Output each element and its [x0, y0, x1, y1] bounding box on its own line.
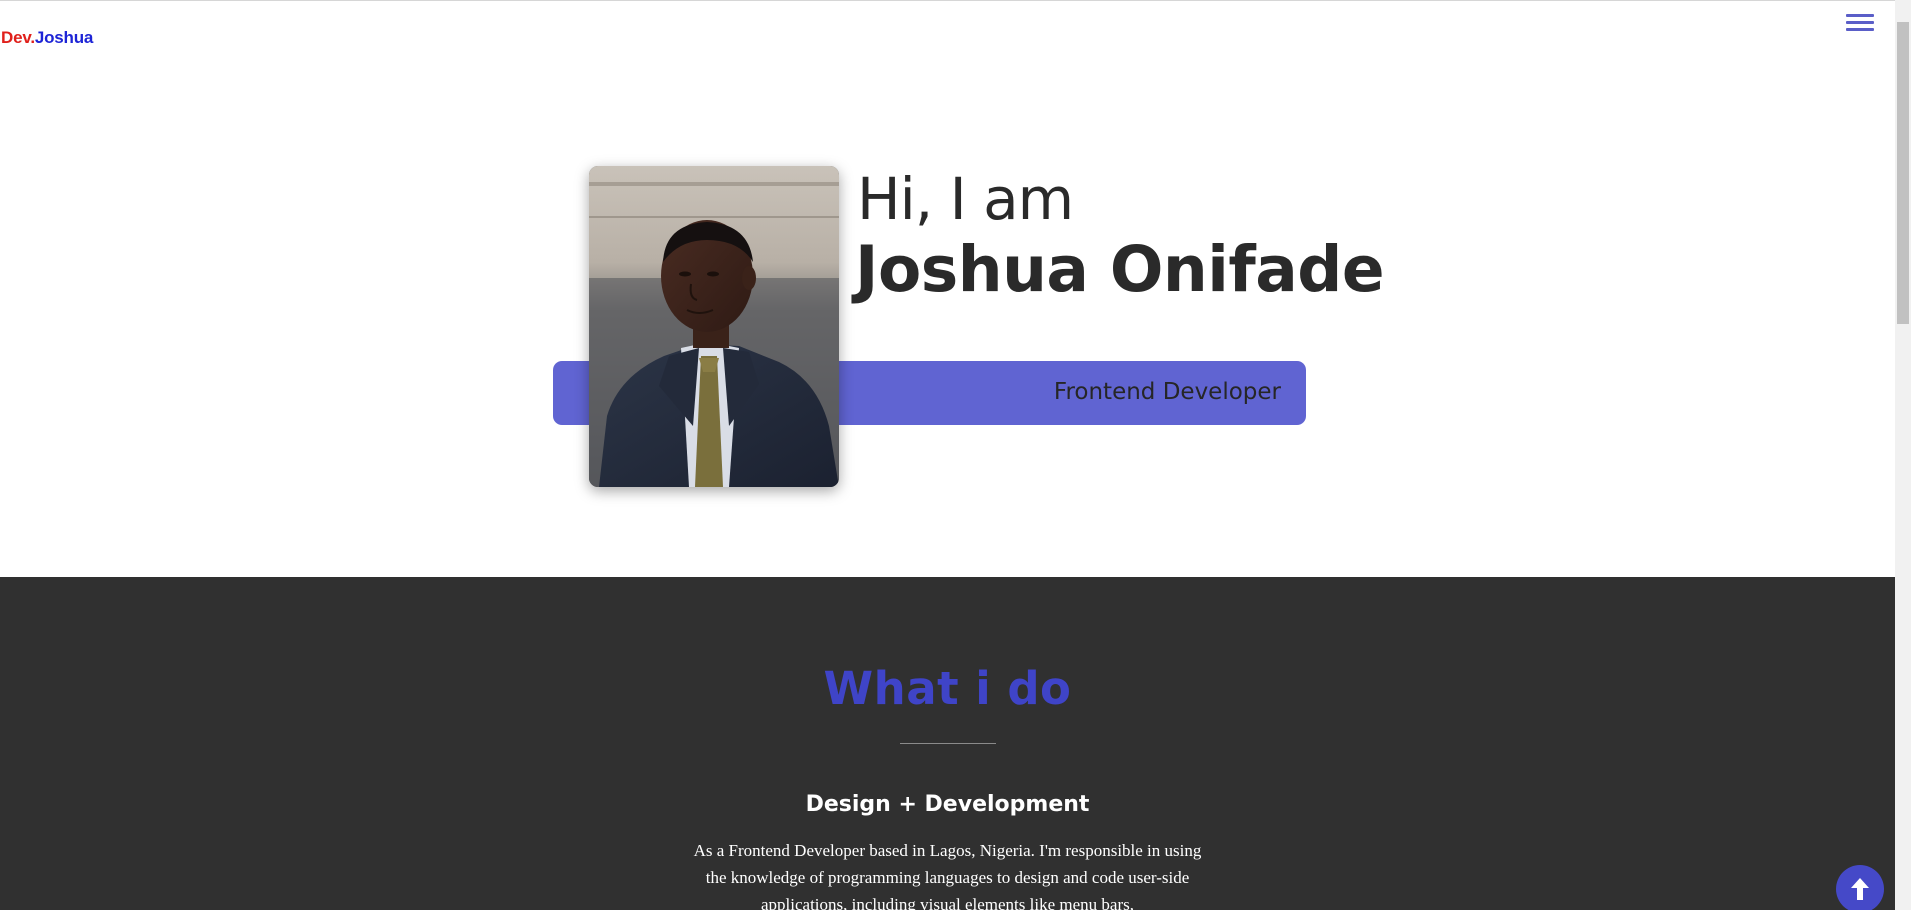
- section-title: What i do: [823, 662, 1072, 715]
- hamburger-line: [1846, 21, 1874, 24]
- hamburger-line: [1846, 28, 1874, 31]
- role-text: Frontend Developer: [1053, 379, 1281, 405]
- page: Dev.Joshua Frontend Developer Hi, I am J…: [0, 0, 1911, 910]
- section-divider: [900, 743, 996, 744]
- site-logo[interactable]: Dev.Joshua: [1, 28, 93, 48]
- scrollbar-thumb[interactable]: [1897, 22, 1909, 324]
- arrow-up-icon: [1851, 878, 1869, 900]
- back-to-top-button[interactable]: [1836, 865, 1884, 910]
- profile-photo: [589, 166, 839, 487]
- service-title: Design + Development: [805, 792, 1090, 817]
- profile-photo-image: [589, 166, 839, 487]
- top-border: [0, 0, 1895, 1]
- scrollbar[interactable]: [1895, 0, 1911, 910]
- what-i-do-section: What i do Design + Development As a Fron…: [0, 577, 1895, 910]
- hero-name: Joshua Onifade: [855, 233, 1385, 306]
- logo-prefix: Dev.: [1, 28, 35, 47]
- hamburger-line: [1846, 14, 1874, 17]
- logo-name: Joshua: [34, 28, 94, 47]
- service-description: As a Frontend Developer based in Lagos, …: [693, 841, 1202, 910]
- hero-greeting: Hi, I am: [857, 165, 1074, 233]
- hamburger-menu-icon[interactable]: [1846, 14, 1874, 32]
